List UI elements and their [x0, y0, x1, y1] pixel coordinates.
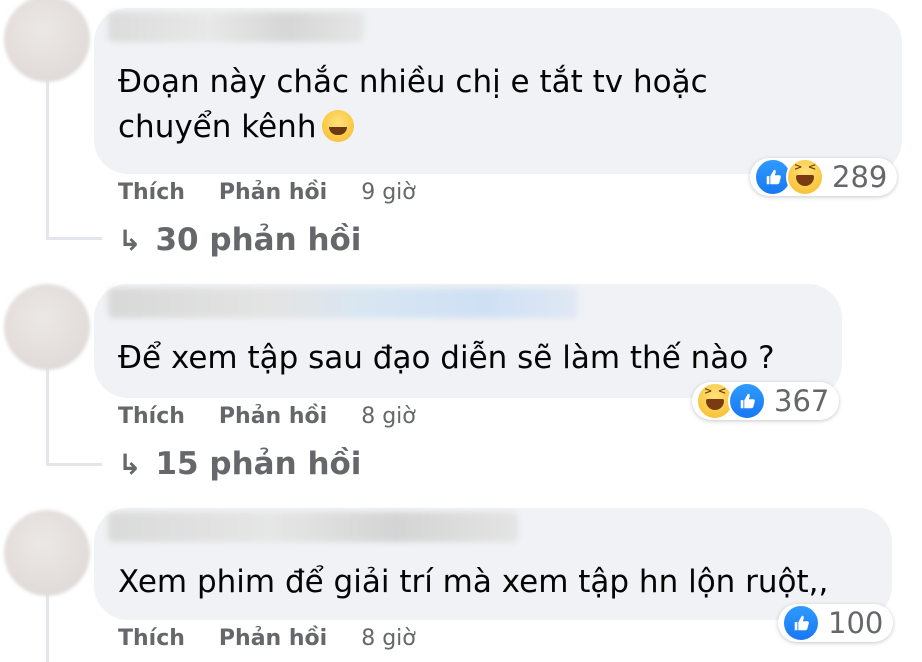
commenter-name[interactable] [108, 288, 578, 318]
haha-icon [786, 158, 824, 196]
like-icon [728, 382, 766, 420]
reply-button[interactable]: Phản hồi [219, 404, 327, 429]
reaction-summary[interactable]: 289 [750, 158, 898, 196]
comment-bubble: Đoạn này chắc nhiều chị e tắt tv hoặc ch… [94, 8, 902, 174]
thread-line [46, 80, 49, 240]
view-replies-link[interactable]: ↳ 30 phản hồi [118, 222, 361, 258]
comment-actions: Thích Phản hồi 8 giờ [118, 626, 416, 651]
avatar[interactable] [4, 0, 90, 82]
reply-button[interactable]: Phản hồi [219, 626, 327, 651]
comment-bubble: Xem phim để giải trí mà xem tập hn lộn r… [94, 508, 892, 620]
view-replies-link[interactable]: ↳ 15 phản hồi [118, 446, 361, 482]
comment-text: Để xem tập sau đạo diễn sẽ làm thế nào ? [118, 340, 775, 376]
timestamp[interactable]: 8 giờ [361, 626, 416, 651]
reply-button[interactable]: Phản hồi [219, 180, 327, 205]
comment-actions: Thích Phản hồi 8 giờ [118, 404, 416, 429]
thread-line [46, 237, 102, 240]
avatar[interactable] [4, 284, 90, 370]
avatar[interactable] [4, 510, 90, 596]
commenter-name[interactable] [108, 512, 518, 542]
like-button[interactable]: Thích [118, 180, 185, 205]
comment-bubble: Để xem tập sau đạo diễn sẽ làm thế nào ? [94, 284, 842, 398]
comment-actions: Thích Phản hồi 9 giờ [118, 180, 416, 205]
like-button[interactable]: Thích [118, 404, 185, 429]
like-icon [782, 604, 820, 642]
comment-text: Đoạn này chắc nhiều chị e tắt tv hoặc ch… [118, 64, 708, 145]
reaction-summary[interactable]: 367 [692, 382, 840, 420]
commenter-name[interactable] [108, 12, 364, 42]
timestamp[interactable]: 9 giờ [361, 180, 416, 205]
reaction-count: 100 [828, 606, 884, 640]
grinning-sweat-emoji-icon [322, 110, 355, 142]
reaction-count: 289 [832, 160, 888, 194]
like-button[interactable]: Thích [118, 626, 185, 651]
reaction-summary[interactable]: 100 [778, 604, 894, 642]
reply-arrow-icon: ↳ [118, 447, 142, 481]
timestamp[interactable]: 8 giờ [361, 404, 416, 429]
reply-arrow-icon: ↳ [118, 223, 142, 257]
thread-line [46, 463, 102, 466]
reaction-count: 367 [774, 384, 830, 418]
comment-text: Xem phim để giải trí mà xem tập hn lộn r… [118, 564, 829, 600]
